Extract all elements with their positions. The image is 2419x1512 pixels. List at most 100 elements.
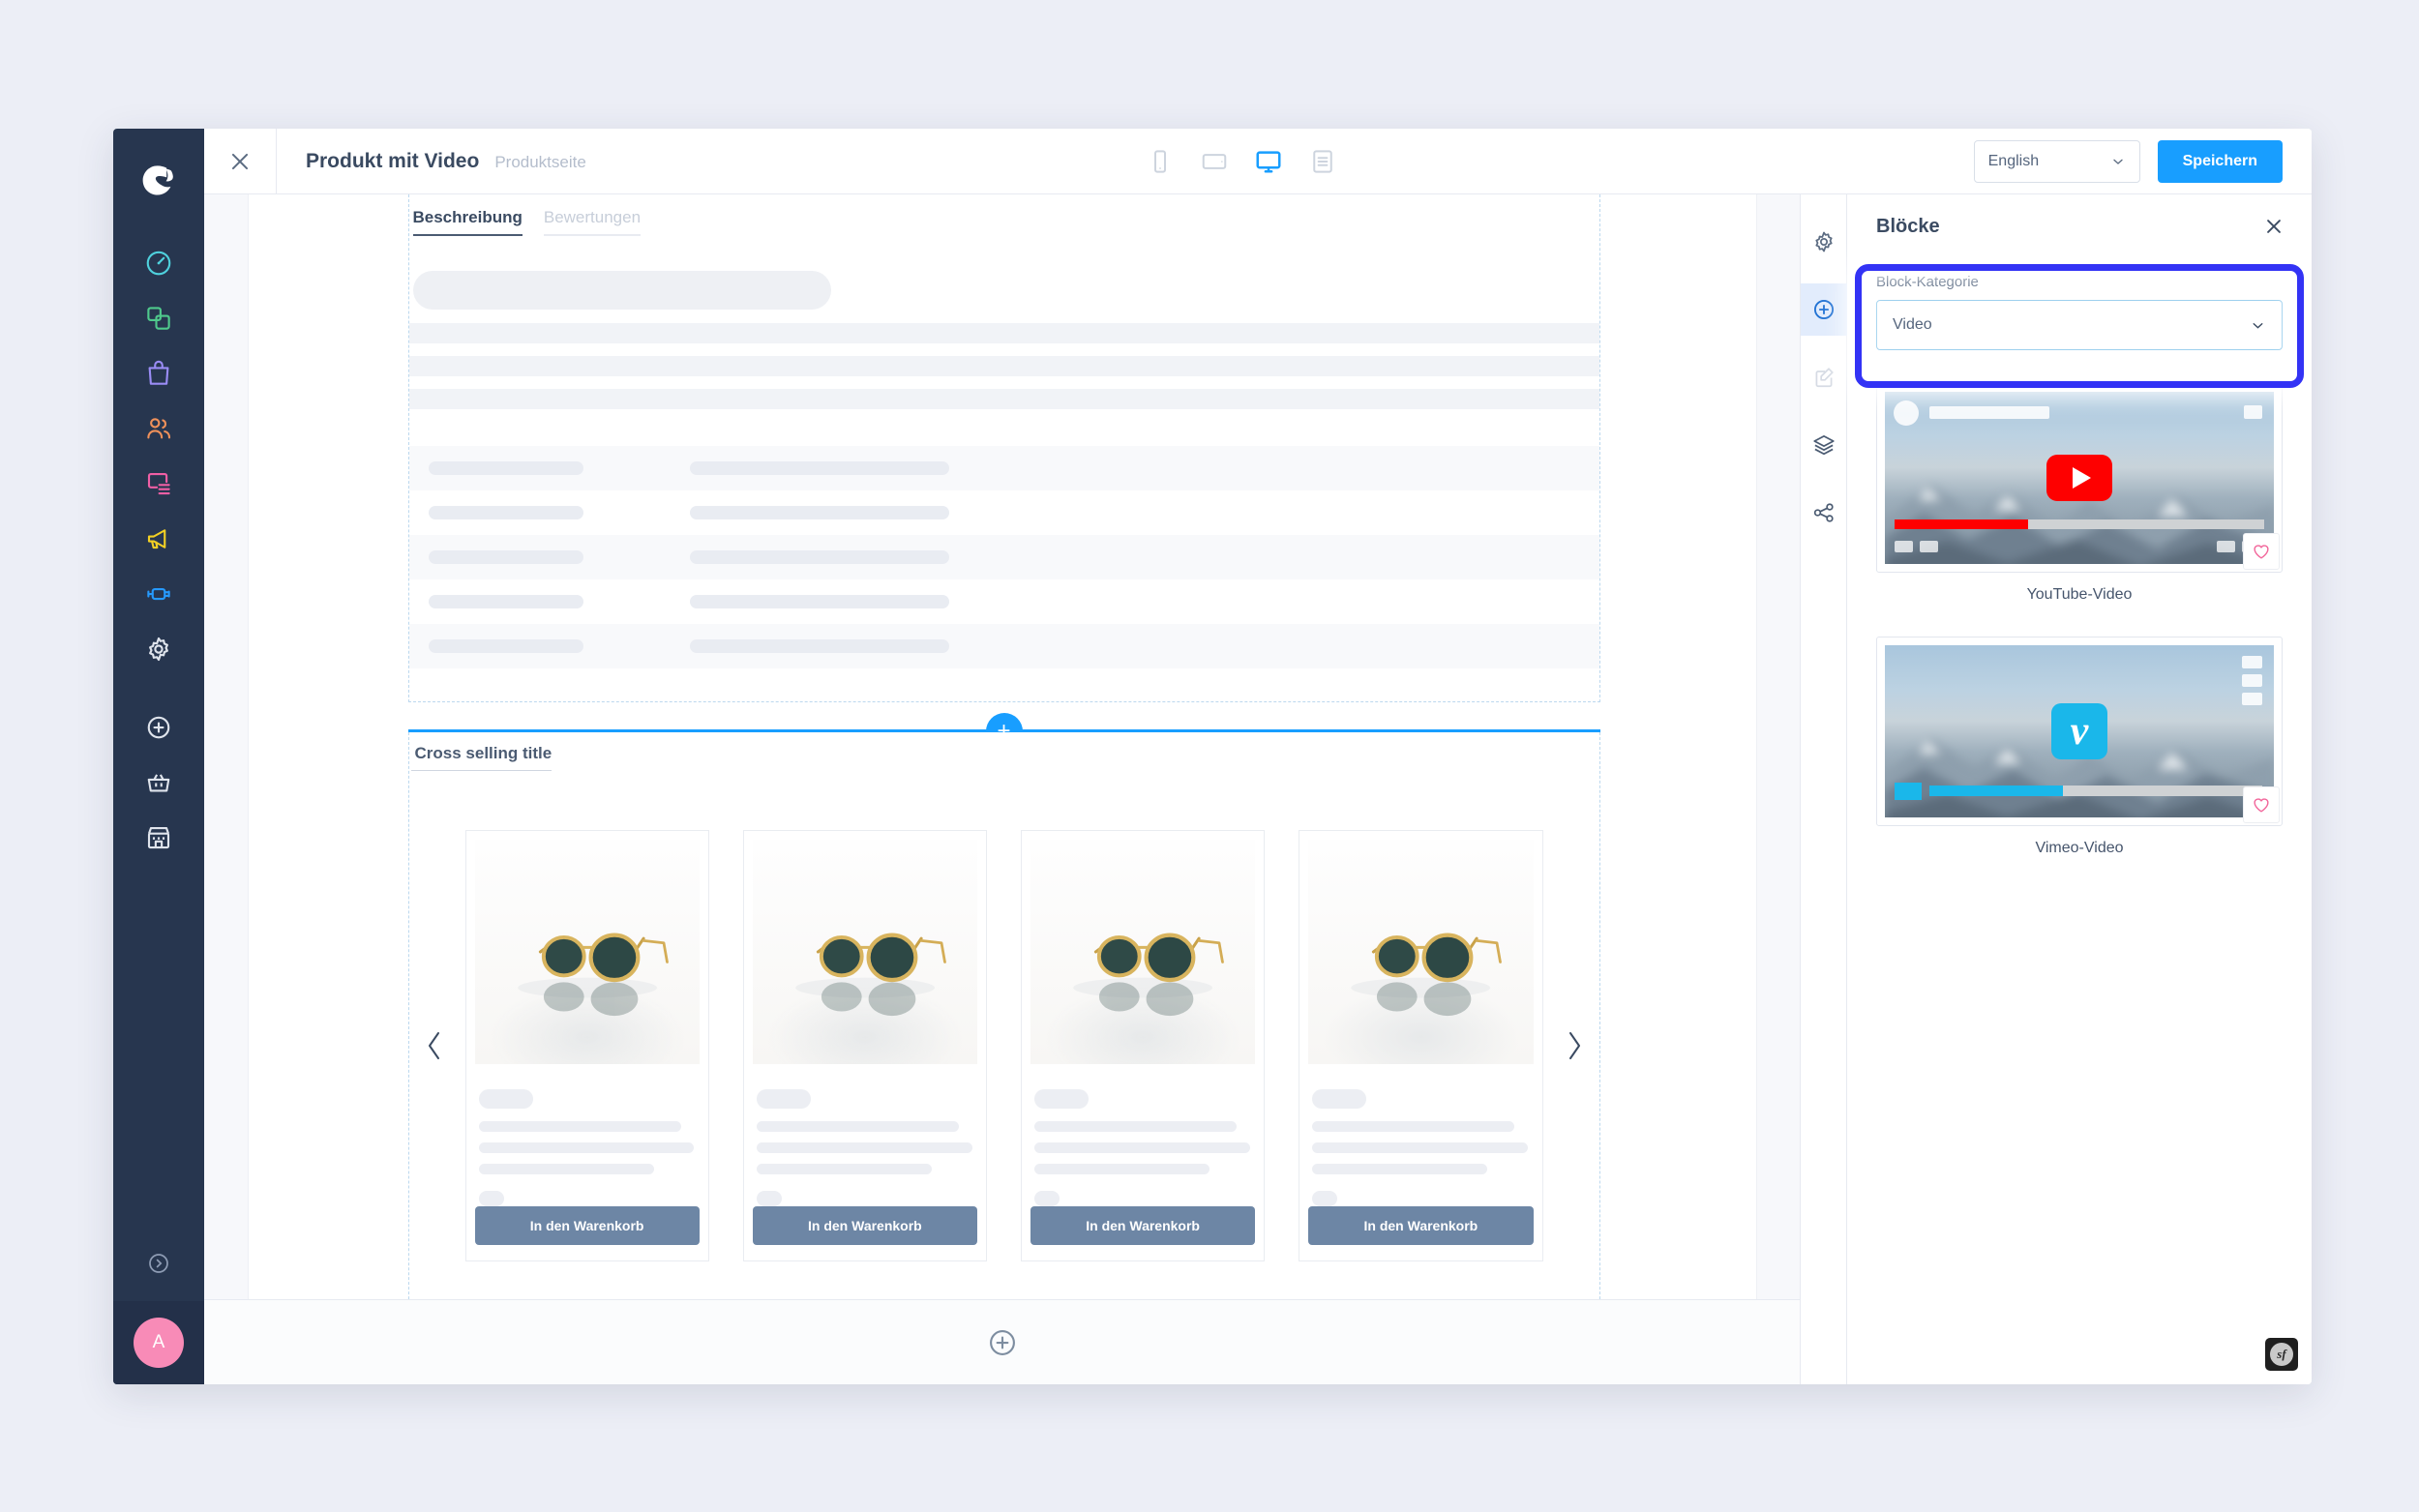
add-to-cart-button[interactable]: In den Warenkorb [474, 1206, 700, 1245]
sunglasses-image [1308, 840, 1534, 1064]
block-category-section: Block-Kategorie Video [1847, 258, 2312, 350]
sidebar-tool-store[interactable] [113, 810, 204, 865]
shopware-logo-icon[interactable] [113, 146, 204, 212]
skeleton-heading [412, 271, 831, 310]
skeleton-line [1312, 1121, 1515, 1132]
save-button[interactable]: Speichern [2157, 139, 2283, 183]
tab-layers[interactable] [1801, 419, 1847, 471]
device-desktop-button[interactable] [1252, 145, 1285, 178]
carousel-next-button[interactable] [1549, 1026, 1599, 1065]
sidebar-item-content[interactable] [113, 456, 204, 511]
block-thumbnail[interactable] [1876, 383, 2283, 573]
symfony-badge-text: sf [2270, 1343, 2293, 1366]
language-select[interactable]: English [1973, 139, 2140, 183]
sidebar-item-orders[interactable] [113, 345, 204, 400]
title-placeholder [1929, 406, 2049, 419]
block-item-vimeo-video[interactable]: v Vimeo-Video [1876, 637, 2283, 857]
symfony-logo-icon[interactable]: sf [2265, 1338, 2298, 1371]
cross-selling-title: Cross selling title [410, 732, 552, 771]
plus-circle-icon [147, 716, 170, 738]
tab-share[interactable] [1801, 487, 1847, 539]
product-carousel: In den Warenkorb In den Warenkorb In den… [409, 785, 1599, 1299]
sidebar-tool-cart[interactable] [113, 755, 204, 810]
skeleton-line [478, 1121, 681, 1132]
tab-settings[interactable] [1801, 216, 1847, 268]
sidebar-item-marketing[interactable] [113, 511, 204, 566]
add-to-cart-button[interactable]: In den Warenkorb [1308, 1206, 1534, 1245]
table-cell [689, 639, 949, 653]
skeleton-line [408, 323, 1599, 343]
tab-edit[interactable] [1801, 351, 1847, 403]
settings-gear-icon [149, 637, 168, 661]
add-to-cart-button[interactable]: In den Warenkorb [1030, 1206, 1256, 1245]
avatar[interactable]: A [134, 1318, 184, 1368]
favorite-button[interactable] [2243, 786, 2280, 823]
cms-block-description[interactable]: Beschreibung Bewertungen [407, 194, 1600, 702]
sidebar-expand-button[interactable] [113, 1226, 204, 1301]
close-panel-button[interactable] [2263, 216, 2285, 237]
skeleton-price [756, 1191, 782, 1206]
app-sidebar: A [113, 129, 204, 1384]
favorite-button[interactable] [2243, 533, 2280, 570]
sidebar-item-catalogues[interactable] [113, 290, 204, 345]
tab-beschreibung[interactable]: Beschreibung [412, 208, 523, 236]
block-label: YouTube-Video [2026, 586, 2133, 603]
sunglasses-image [1030, 840, 1256, 1064]
block-category-select[interactable]: Video [1876, 300, 2283, 350]
language-value: English [1987, 152, 2040, 169]
table-cell [689, 550, 949, 564]
chevron-right-icon [1568, 1032, 1580, 1059]
layers-icon [1812, 435, 1835, 456]
close-editor-button[interactable] [204, 129, 277, 194]
sidebar-item-settings[interactable] [113, 621, 204, 676]
carousel-prev-button[interactable] [409, 1026, 460, 1065]
skeleton-badge [756, 1089, 811, 1109]
top-toolbar: Produkt mit Video Produktseite English S… [204, 129, 2312, 194]
avatar-placeholder [1894, 400, 1919, 426]
action-placeholder [2244, 405, 2262, 419]
sidebar-item-customers[interactable] [113, 400, 204, 456]
block-list: YouTube-Video v Vimeo-Video [1847, 350, 2312, 857]
product-card-list: In den Warenkorb In den Warenkorb In den… [460, 830, 1549, 1261]
store-icon [147, 826, 170, 848]
sidebar-item-extensions[interactable] [113, 566, 204, 621]
table-row [408, 624, 1599, 668]
sidebar-item-dashboard[interactable] [113, 235, 204, 290]
product-card[interactable]: In den Warenkorb [1299, 830, 1543, 1261]
editor-body: Beschreibung Bewertungen + Cross selling… [204, 194, 2312, 1384]
canvas-scroll[interactable]: Beschreibung Bewertungen + Cross selling… [204, 194, 1800, 1299]
skeleton-line [756, 1121, 959, 1132]
block-category-value: Video [1893, 316, 1932, 333]
block-thumbnail[interactable]: v [1876, 637, 2283, 826]
cms-block-cross-selling[interactable]: Cross selling title In den Warenkorb In … [407, 732, 1600, 1299]
blocks-panel: Blöcke Block-Kategorie Video YouTube-Vid… [1847, 194, 2312, 1384]
chevron-right-circle-icon [149, 1254, 168, 1273]
form-view-button[interactable] [1306, 145, 1339, 178]
table-cell [689, 595, 949, 608]
plus-circle-icon[interactable] [986, 1326, 1019, 1359]
page-title: Produkt mit Video [306, 149, 480, 172]
control-placeholder [1895, 783, 1922, 800]
product-card[interactable]: In den Warenkorb [464, 830, 709, 1261]
block-item-youtube-video[interactable]: YouTube-Video [1876, 383, 2283, 604]
product-card[interactable]: In den Warenkorb [742, 830, 987, 1261]
mobile-device-icon [1153, 149, 1166, 173]
tab-bewertungen[interactable]: Bewertungen [543, 208, 642, 236]
video-preview: v [1885, 645, 2274, 817]
skeleton-badge [1312, 1089, 1367, 1109]
skeleton-line [756, 1164, 932, 1174]
skeleton-line [478, 1142, 695, 1153]
tab-blocks[interactable] [1800, 283, 1847, 336]
product-card[interactable]: In den Warenkorb [1021, 830, 1266, 1261]
page-sheet: Beschreibung Bewertungen + Cross selling… [247, 194, 1757, 1299]
add-to-cart-button[interactable]: In den Warenkorb [752, 1206, 977, 1245]
device-mobile-button[interactable] [1144, 145, 1177, 178]
sidebar-tool-add[interactable] [113, 699, 204, 755]
table-cell [428, 595, 583, 608]
device-tablet-button[interactable] [1198, 145, 1231, 178]
topbar-actions: English Speichern [1973, 139, 2283, 183]
basket-icon [147, 773, 170, 791]
control-placeholder [2242, 656, 2262, 668]
table-row [408, 446, 1599, 490]
user-menu[interactable]: A [113, 1301, 204, 1384]
